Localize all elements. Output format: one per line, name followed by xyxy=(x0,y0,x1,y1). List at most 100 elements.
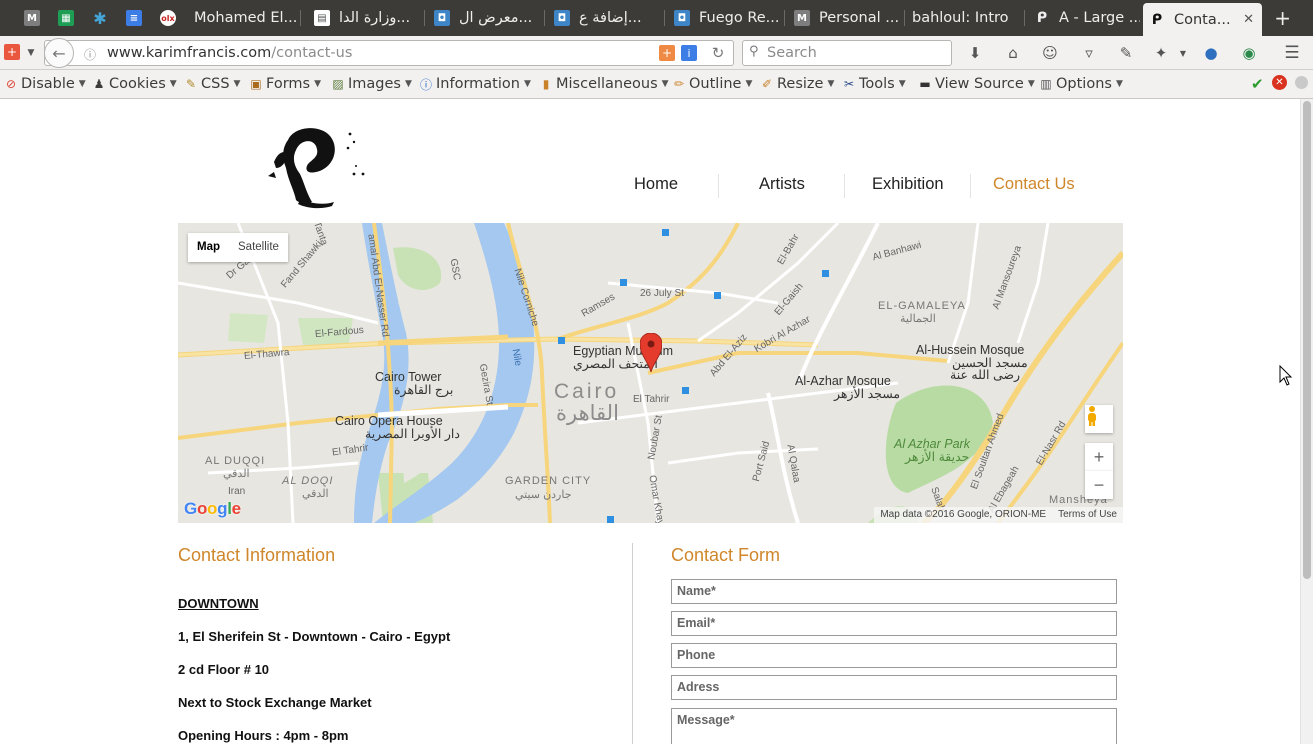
tab-bahloul[interactable]: bahloul: Intro xyxy=(906,4,1022,32)
chevron-down-icon[interactable]: ▼ xyxy=(1174,44,1192,62)
tab-mohamed[interactable]: Mohamed El... xyxy=(188,4,300,32)
tab-gmail[interactable]: M xyxy=(18,4,50,32)
forms-icon: ▣ xyxy=(250,77,262,91)
map-marker-icon[interactable] xyxy=(640,333,662,373)
olx-icon: olx xyxy=(160,10,176,26)
tab-sheets[interactable]: ▦ xyxy=(52,4,84,32)
menu-icon[interactable]: ☰ xyxy=(1283,43,1301,63)
devbar-tools[interactable]: ✂ Tools ▼ xyxy=(842,76,906,92)
options-icon: ▥ xyxy=(1040,77,1052,91)
terms-of-use-link[interactable]: Terms of Use xyxy=(1058,509,1117,523)
google-logo[interactable]: Google xyxy=(184,499,241,519)
devbar-information[interactable]: ⓘ Information ▼ xyxy=(419,76,531,92)
devbar-images[interactable]: ▨ Images ▼ xyxy=(331,76,412,92)
map-label-garden-city: GARDEN CITY xyxy=(505,475,592,487)
close-tab-icon[interactable]: ✕ xyxy=(1243,12,1254,27)
nav-exhibition[interactable]: Exhibition xyxy=(872,175,944,194)
mouse-cursor-icon xyxy=(1279,365,1293,386)
map-label-el-gamaleya: EL-GAMALEYA xyxy=(878,300,966,312)
info-icon[interactable]: ⓘ xyxy=(81,45,99,63)
sheets-icon: ▦ xyxy=(58,10,74,26)
devbar-resize[interactable]: ✐ Resize ▼ xyxy=(760,76,834,92)
devbar-cookies[interactable]: ♟ Cookies ▼ xyxy=(92,76,177,92)
app-icon: ◘ xyxy=(674,10,690,26)
devbar-options[interactable]: ▥ Options ▼ xyxy=(1039,76,1123,92)
browser-tab-strip: M ▦ ✱ ≡ olx Mohamed El... ▤ وزارة الدا..… xyxy=(0,0,1313,36)
email-field[interactable]: Email* xyxy=(671,611,1117,636)
map-label-opera-house-ar: دار الأوبرا المصرية xyxy=(365,427,460,441)
name-field[interactable]: Name* xyxy=(671,579,1117,604)
devbar-miscellaneous[interactable]: ▮ Miscellaneous ▼ xyxy=(539,76,669,92)
devbar-disable[interactable]: ⊘ Disable ▼ xyxy=(4,76,86,92)
site-logo[interactable] xyxy=(264,122,374,212)
devbar-forms[interactable]: ▣ Forms ▼ xyxy=(249,76,321,92)
tab-ministry[interactable]: ▤ وزارة الدا... xyxy=(308,4,420,32)
map-label-garden-city-ar: جاردن سيتي xyxy=(515,489,572,501)
message-field[interactable]: Message* xyxy=(671,708,1117,744)
tools-icon[interactable]: ✦ xyxy=(1152,44,1170,62)
map-mode-button[interactable]: Map xyxy=(188,233,229,262)
tab-contact-active[interactable]: ᑭ Conta... ✕ xyxy=(1143,3,1262,36)
reload-icon[interactable]: ↻ xyxy=(709,44,727,62)
search-input[interactable]: ⚲ Search xyxy=(742,40,952,66)
tab-label: Fuego Re... xyxy=(699,10,780,26)
nav-home[interactable]: Home xyxy=(634,175,678,194)
contact-information-title: Contact Information xyxy=(178,545,336,565)
map-type-control: Map Satellite xyxy=(188,233,288,262)
new-tab-icon[interactable]: + xyxy=(1274,6,1291,30)
search-icon: ⚲ xyxy=(749,44,759,59)
map-label-hussein-mosque-ar2: رضى الله عنة xyxy=(950,368,1021,382)
emoji-icon[interactable]: ☺ xyxy=(1041,44,1059,62)
addon-plus-icon[interactable]: + xyxy=(659,45,675,61)
map-label-nile: Nile xyxy=(509,348,524,367)
street-view-pegman-icon[interactable] xyxy=(1085,405,1113,433)
tab-docs[interactable]: ≡ xyxy=(120,4,152,32)
tab-add-ar[interactable]: ◘ إضافة ع... xyxy=(548,4,660,32)
tab-olx[interactable]: olx xyxy=(154,4,186,32)
status-icon xyxy=(1295,76,1308,89)
page-icon: ᑭ xyxy=(1036,10,1048,26)
chevron-down-icon[interactable]: ▼ xyxy=(22,44,40,62)
back-button[interactable]: ← xyxy=(44,38,74,68)
url-bar[interactable]: ⓘ www.karimfrancis.com/contact-us + i ↻ xyxy=(44,40,734,66)
devbar-css[interactable]: ✎ CSS ▼ xyxy=(184,76,241,92)
download-icon[interactable]: ⬇ xyxy=(966,44,984,62)
color-wheel-icon[interactable]: ◉ xyxy=(1240,44,1258,62)
zoom-in-button[interactable]: + xyxy=(1085,443,1113,471)
satellite-mode-button[interactable]: Satellite xyxy=(229,233,288,262)
tab-exhibition-ar[interactable]: ◘ معرض ال... xyxy=(428,4,540,32)
pocket-icon[interactable]: ▿ xyxy=(1080,44,1098,62)
tab-separator xyxy=(664,10,665,26)
home-icon[interactable]: ⌂ xyxy=(1004,44,1022,62)
landmark-text: Next to Stock Exchange Market xyxy=(178,695,372,710)
page-scrollbar[interactable] xyxy=(1300,99,1313,744)
tab-asterisk[interactable]: ✱ xyxy=(86,4,118,32)
tab-personal[interactable]: M Personal ... xyxy=(788,4,900,32)
check-icon[interactable]: ✔ xyxy=(1251,75,1264,93)
address-field[interactable]: Adress xyxy=(671,675,1117,700)
map-label-azhar-mosque-ar: مسجد الأزهر xyxy=(834,387,901,401)
google-map[interactable]: Cairo القاهرة Egyptian Museum المتحف الم… xyxy=(178,223,1123,523)
phone-field[interactable]: Phone xyxy=(671,643,1117,668)
nav-contact-us[interactable]: Contact Us xyxy=(993,175,1075,194)
map-label-azhar-park-ar: حديقة الأزهر xyxy=(905,450,970,464)
ruler-icon: ✐ xyxy=(761,77,773,91)
tab-label: معرض ال... xyxy=(459,10,533,26)
tab-large[interactable]: ᑭ A - Large ... xyxy=(1028,4,1140,32)
zoom-out-button[interactable]: − xyxy=(1085,471,1113,499)
scrollbar-thumb[interactable] xyxy=(1303,101,1311,579)
nav-artists[interactable]: Artists xyxy=(759,175,805,194)
globe-icon[interactable]: ● xyxy=(1202,44,1220,62)
devbar-outline[interactable]: ✏ Outline ▼ xyxy=(672,76,752,92)
addon-info-icon[interactable]: i xyxy=(681,45,697,61)
back-arrow-icon: ← xyxy=(52,43,66,63)
devbar-view-source[interactable]: ▬ View Source ▼ xyxy=(918,76,1034,92)
addon-plus-icon[interactable]: + xyxy=(4,44,20,60)
tab-fuego[interactable]: ◘ Fuego Re... xyxy=(668,4,780,32)
location-heading: DOWNTOWN xyxy=(178,596,259,611)
tab-separator xyxy=(784,10,785,26)
opening-hours-text: Opening Hours : 4pm - 8pm xyxy=(178,728,349,743)
error-icon[interactable]: ✕ xyxy=(1272,75,1287,90)
eyedropper-icon[interactable]: ✎ xyxy=(1117,44,1135,62)
map-label-al-doqi: AL DOQI xyxy=(282,475,334,487)
